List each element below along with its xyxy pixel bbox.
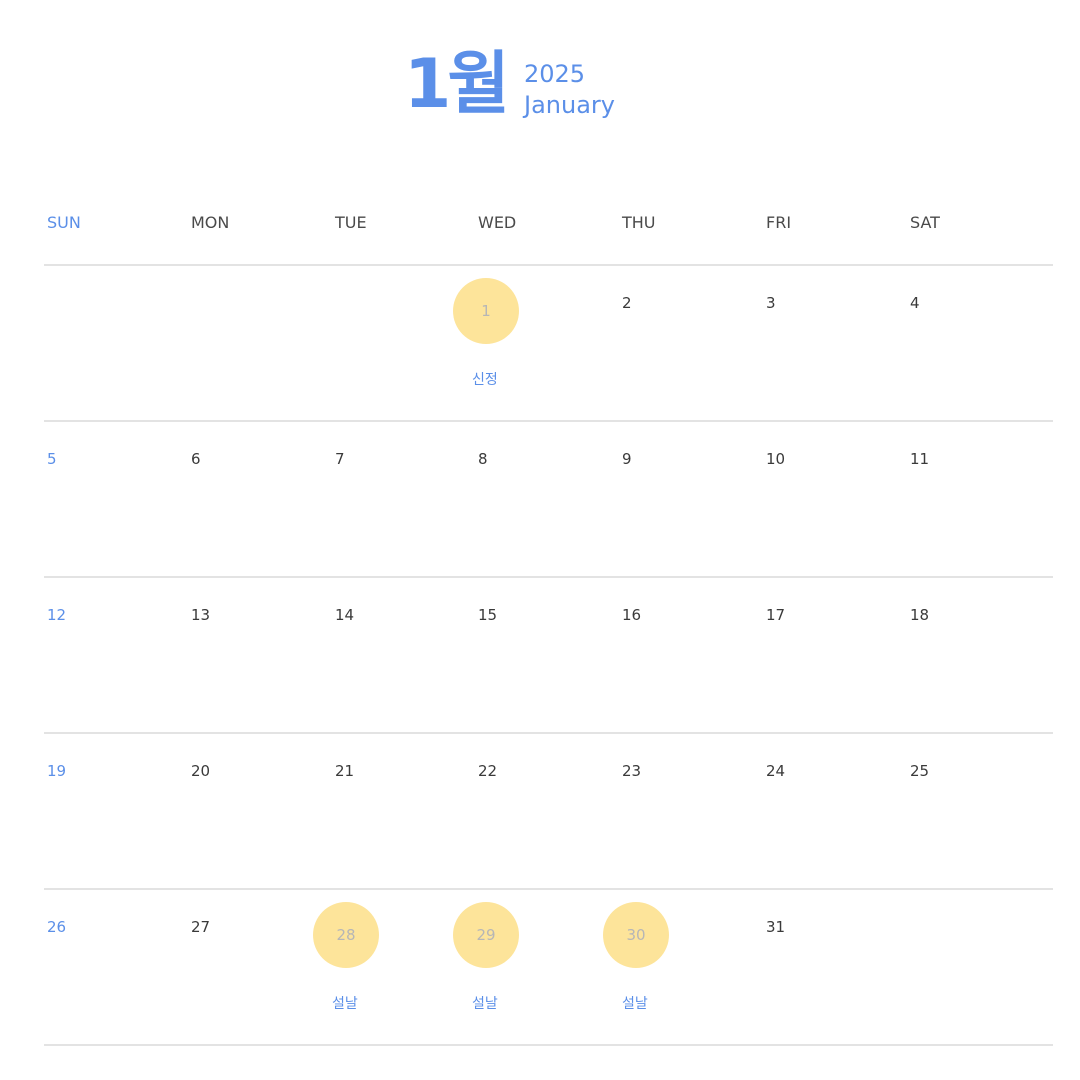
holiday-day-number: 29 — [476, 926, 496, 944]
calendar-day-cell[interactable]: 1 신정 — [453, 266, 619, 422]
day-number: 24 — [766, 762, 786, 780]
calendar-day-cell[interactable]: 9 — [619, 422, 763, 578]
calendar-day-cell[interactable]: 14 — [332, 578, 476, 734]
calendar-day-cell[interactable]: 18 — [907, 578, 1051, 734]
calendar-day-cell[interactable]: 25 — [907, 734, 1051, 890]
weekday-sun: SUN — [47, 213, 81, 232]
day-number: 16 — [622, 606, 642, 624]
holiday-highlight: 28 — [313, 902, 379, 968]
calendar-day-cell[interactable]: 23 — [619, 734, 763, 890]
calendar-day-cell[interactable]: 13 — [188, 578, 332, 734]
holiday-day-number: 30 — [626, 926, 646, 944]
calendar-day-cell[interactable]: 6 — [188, 422, 332, 578]
calendar-day-cell[interactable]: 10 — [763, 422, 907, 578]
day-number: 5 — [47, 450, 57, 468]
holiday-day-number: 1 — [481, 302, 491, 320]
calendar-day-cell[interactable]: 22 — [475, 734, 619, 890]
weekday-tue: TUE — [335, 213, 367, 232]
day-number: 26 — [47, 918, 67, 936]
weekday-sat: SAT — [910, 213, 940, 232]
calendar-day-cell[interactable]: 30 설날 — [603, 890, 763, 1046]
day-number: 6 — [191, 450, 201, 468]
holiday-label: 신정 — [472, 372, 498, 388]
calendar-day-cell[interactable]: 15 — [475, 578, 619, 734]
day-number: 25 — [910, 762, 930, 780]
calendar-day-cell[interactable]: 26 — [44, 890, 188, 1046]
day-number: 20 — [191, 762, 211, 780]
calendar-day-cell[interactable]: 17 — [763, 578, 907, 734]
weekday-thu: THU — [622, 213, 656, 232]
day-number: 17 — [766, 606, 786, 624]
day-number: 10 — [766, 450, 786, 468]
holiday-label: 설날 — [622, 996, 648, 1012]
day-number: 11 — [910, 450, 930, 468]
holiday-highlight: 29 — [453, 902, 519, 968]
holiday-highlight: 1 — [453, 278, 519, 344]
day-number: 9 — [622, 450, 632, 468]
day-number: 2 — [622, 294, 632, 312]
day-number: 19 — [47, 762, 67, 780]
day-number: 22 — [478, 762, 498, 780]
day-number: 7 — [335, 450, 345, 468]
holiday-day-number: 28 — [336, 926, 356, 944]
weekday-wed: WED — [478, 213, 517, 232]
calendar-day-cell[interactable]: 2 — [619, 266, 763, 422]
calendar-day-cell[interactable]: 11 — [907, 422, 1051, 578]
calendar-day-cell[interactable]: 31 — [763, 890, 907, 1046]
calendar-day-cell[interactable]: 29 설날 — [453, 890, 619, 1046]
calendar-day-cell[interactable]: 27 — [188, 890, 332, 1046]
calendar-day-cell[interactable]: 5 — [44, 422, 188, 578]
day-number: 31 — [766, 918, 786, 936]
day-number: 4 — [910, 294, 920, 312]
calendar-day-cell[interactable]: 7 — [332, 422, 476, 578]
day-number: 8 — [478, 450, 488, 468]
calendar-day-cell[interactable]: 8 — [475, 422, 619, 578]
day-number: 14 — [335, 606, 355, 624]
calendar-day-cell[interactable]: 16 — [619, 578, 763, 734]
calendar-day-cell[interactable]: 12 — [44, 578, 188, 734]
calendar-day-cell[interactable]: 3 — [763, 266, 907, 422]
month-english-label: January — [524, 91, 615, 119]
day-number: 12 — [47, 606, 67, 624]
day-number: 3 — [766, 294, 776, 312]
day-number: 27 — [191, 918, 211, 936]
holiday-label: 설날 — [472, 996, 498, 1012]
weekday-mon: MON — [191, 213, 230, 232]
holiday-label: 설날 — [332, 996, 358, 1012]
day-number: 13 — [191, 606, 211, 624]
calendar-day-cell[interactable]: 19 — [44, 734, 188, 890]
month-korean-title: 1월 — [404, 45, 510, 124]
day-number: 23 — [622, 762, 642, 780]
day-number: 15 — [478, 606, 498, 624]
year-label: 2025 — [524, 60, 586, 88]
calendar-day-cell[interactable]: 20 — [188, 734, 332, 890]
holiday-highlight: 30 — [603, 902, 669, 968]
calendar-day-cell[interactable]: 4 — [907, 266, 1051, 422]
day-number: 18 — [910, 606, 930, 624]
calendar-day-cell[interactable]: 21 — [332, 734, 476, 890]
day-number: 21 — [335, 762, 355, 780]
weekday-fri: FRI — [766, 213, 792, 232]
calendar-day-cell[interactable]: 24 — [763, 734, 907, 890]
calendar-header: 1월 2025 January — [0, 44, 1080, 134]
